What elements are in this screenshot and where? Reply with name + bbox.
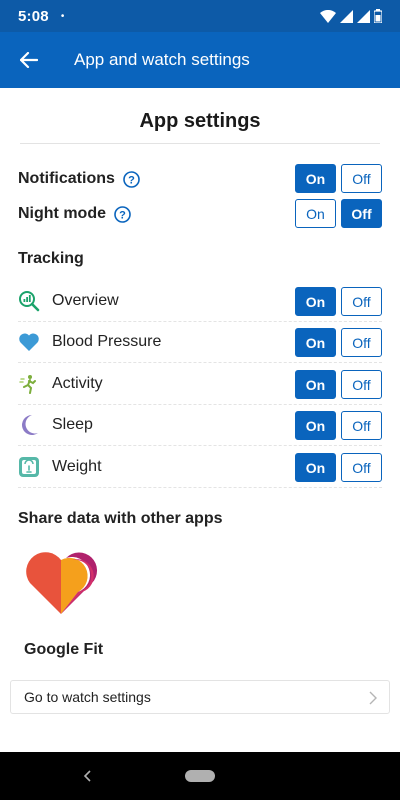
settings-content: App settings Notifications ? On Off Nigh… xyxy=(0,88,400,752)
notifications-off-button[interactable]: Off xyxy=(341,164,382,193)
night-mode-on-button[interactable]: On xyxy=(295,199,336,228)
sleep-on-button[interactable]: On xyxy=(295,411,336,440)
svg-text:?: ? xyxy=(128,174,135,186)
overview-on-button[interactable]: On xyxy=(295,287,336,316)
go-to-watch-settings-link[interactable]: Go to watch settings xyxy=(10,680,390,714)
google-fit-label: Google Fit xyxy=(24,641,104,658)
help-icon[interactable]: ? xyxy=(114,205,131,223)
chevron-right-icon xyxy=(369,691,377,705)
signal-icon-2 xyxy=(357,9,370,23)
divider xyxy=(20,143,380,144)
overview-icon xyxy=(18,290,40,312)
tracking-row-blood-pressure: Blood Pressure On Off xyxy=(18,322,382,363)
tracking-label: Sleep xyxy=(52,416,93,433)
blood-pressure-off-button[interactable]: Off xyxy=(341,328,382,357)
night-mode-row: Night mode ? On Off xyxy=(18,196,382,232)
tracking-label: Blood Pressure xyxy=(52,333,162,350)
moon-icon xyxy=(18,414,40,436)
night-mode-off-button[interactable]: Off xyxy=(341,199,382,228)
back-button[interactable] xyxy=(0,32,58,88)
blood-pressure-on-button[interactable]: On xyxy=(295,328,336,357)
nav-home-pill[interactable] xyxy=(185,770,215,782)
nav-back-icon[interactable] xyxy=(80,766,94,786)
status-time: 5:08 xyxy=(18,7,49,25)
section-title: App settings xyxy=(139,110,261,132)
google-fit-logo[interactable] xyxy=(22,548,100,616)
tracking-row-activity: Activity On Off xyxy=(18,364,382,405)
tracking-label: Weight xyxy=(52,458,102,475)
share-title: Share data with other apps xyxy=(18,510,223,527)
scale-icon xyxy=(18,456,40,478)
overview-toggle: On Off xyxy=(295,287,382,316)
activity-toggle: On Off xyxy=(295,370,382,399)
tracking-row-sleep: Sleep On Off xyxy=(18,405,382,446)
tracking-row-weight: Weight On Off xyxy=(18,447,382,488)
app-bar: App and watch settings xyxy=(0,32,400,88)
tracking-label: Overview xyxy=(52,292,119,309)
night-mode-label: Night mode xyxy=(18,205,106,222)
tracking-row-overview: Overview On Off xyxy=(18,281,382,322)
weight-toggle: On Off xyxy=(295,453,382,482)
help-icon[interactable]: ? xyxy=(123,170,140,188)
weight-on-button[interactable]: On xyxy=(295,453,336,482)
sleep-toggle: On Off xyxy=(295,411,382,440)
night-mode-toggle: On Off xyxy=(295,199,382,228)
notifications-toggle: On Off xyxy=(295,164,382,193)
blood-pressure-toggle: On Off xyxy=(295,328,382,357)
system-nav-bar xyxy=(0,752,400,800)
svg-text:?: ? xyxy=(119,209,126,221)
notifications-label: Notifications xyxy=(18,170,115,187)
notification-dot: • xyxy=(60,10,65,22)
activity-off-button[interactable]: Off xyxy=(341,370,382,399)
activity-on-button[interactable]: On xyxy=(295,370,336,399)
notifications-on-button[interactable]: On xyxy=(295,164,336,193)
watch-settings-label: Go to watch settings xyxy=(24,689,151,705)
status-bar: 5:08 • xyxy=(0,0,400,32)
arrow-left-icon xyxy=(20,52,38,68)
weight-off-button[interactable]: Off xyxy=(341,453,382,482)
tracking-label: Activity xyxy=(52,375,103,392)
heart-icon xyxy=(18,331,40,353)
signal-icon xyxy=(340,9,353,23)
notifications-row: Notifications ? On Off xyxy=(18,161,382,197)
battery-icon xyxy=(374,9,382,23)
overview-off-button[interactable]: Off xyxy=(341,287,382,316)
status-icons xyxy=(320,9,382,23)
activity-icon xyxy=(18,373,40,395)
wifi-icon xyxy=(320,9,336,23)
sleep-off-button[interactable]: Off xyxy=(341,411,382,440)
page-title: App and watch settings xyxy=(74,50,250,69)
tracking-title: Tracking xyxy=(18,250,84,267)
